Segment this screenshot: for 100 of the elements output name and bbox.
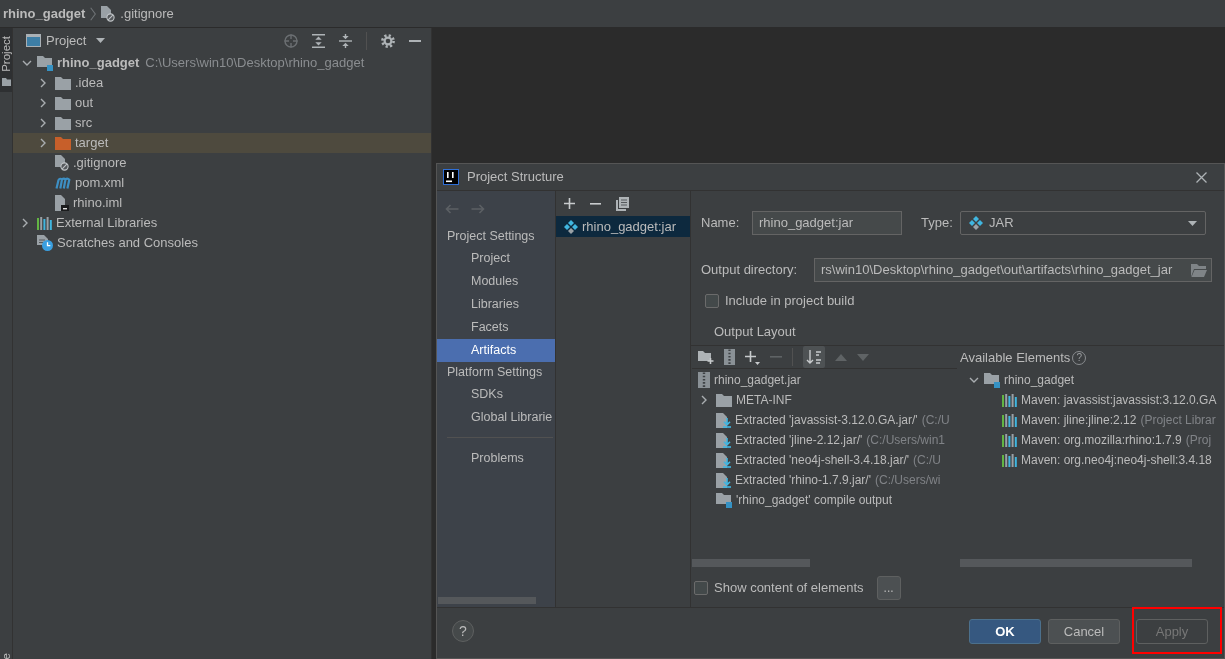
tree-item[interactable]: Extracted 'jline-2.12.jar/' (C:/Users/win1 [692,430,957,451]
nav-item[interactable]: Project [437,247,555,270]
help-button[interactable]: ? [452,620,474,642]
tool-window-tab[interactable]: e [0,652,12,659]
maven-icon [55,177,71,189]
tree-item[interactable]: rhino_gadget C:\Users\win10\Desktop\rhino_gadget [13,53,431,73]
nav-item[interactable]: Facets [437,316,555,339]
type-dropdown[interactable]: JAR [960,211,1206,235]
tree-item[interactable]: 'rhino_gadget' compile output [692,490,957,511]
tree-item[interactable]: Extracted 'javassist-3.12.0.GA.jar/' (C:/U [692,410,957,431]
artifact-item[interactable]: rhino_gadget:jar [556,216,690,237]
breadcrumb-item[interactable]: rhino_gadget [3,5,86,22]
folder-icon [55,136,71,150]
chevron-right-icon [90,6,97,21]
dialog-title: Project Structure [467,169,564,185]
library-icon [1002,433,1017,447]
library-icon [37,216,52,230]
horizontal-scrollbar[interactable] [438,597,536,604]
settings-icon[interactable] [381,33,395,48]
tree-item[interactable]: Extracted 'neo4j-shell-3.4.18.jar/' (C:/U [692,450,957,471]
sort-icon[interactable] [803,346,825,369]
collapse-all-icon[interactable] [339,33,352,48]
output-folder-icon [716,492,732,508]
module-folder-icon [37,55,53,71]
remove-icon[interactable] [590,202,601,205]
horizontal-scrollbar[interactable] [960,559,1192,567]
chevron-down-icon[interactable] [22,60,32,66]
tree-item[interactable]: out [13,93,431,113]
library-icon [1002,393,1017,407]
horizontal-scrollbar[interactable] [692,559,810,567]
output-directory-field[interactable]: rs\win10\Desktop\rhino_gadget\out\artifacts\rhino_gadget_jar [814,258,1212,282]
name-field[interactable]: rhino_gadget:jar [752,211,902,235]
path-hint: (C:/Users/wi [875,473,941,488]
panel-title[interactable]: Project [46,32,87,49]
dropdown-caret-icon [1188,220,1197,226]
chevron-down-icon[interactable] [969,377,979,384]
new-folder-icon[interactable] [698,350,714,365]
app-logo-icon [443,169,459,185]
nav-item[interactable]: Modules [437,270,555,293]
browse-folder-icon[interactable] [1191,263,1207,277]
add-menu-icon[interactable] [745,349,760,365]
path-hint: (Proj [1185,433,1212,448]
dialog-button[interactable]: OK [969,619,1041,644]
nav-item[interactable]: Problems [437,447,555,470]
dropdown-caret-icon[interactable] [96,38,106,43]
tree-item[interactable]: External Libraries [13,213,431,233]
tree-item[interactable]: META-INF [692,390,957,411]
tree-item[interactable]: rhino_gadget.jar [692,370,957,391]
scratch-file-icon [37,235,53,251]
checkbox[interactable] [694,581,708,595]
chevron-right-icon[interactable] [22,218,28,228]
folder-icon [55,76,71,90]
nav-item[interactable]: Libraries [437,293,555,316]
folder-icon [716,393,732,407]
field-label: Type: [921,215,954,231]
archive-icon[interactable] [724,349,735,366]
tree-item[interactable]: Scratches and Consoles [13,233,431,253]
path-hint: C:\Users\win10\Desktop\rhino_gadget [145,55,365,71]
checkbox[interactable] [705,293,719,308]
checkbox-label[interactable]: Include in project build [725,293,855,309]
checkbox-label[interactable]: Show content of elements [714,580,864,596]
add-icon[interactable] [564,198,575,209]
extract-file-icon [716,452,731,468]
dialog-button[interactable]: Cancel [1048,619,1120,644]
tree-item[interactable]: pom.xml [13,173,431,193]
tree-item[interactable]: Extracted 'rhino-1.7.9.jar/' (C:/Users/wi [692,470,957,491]
tree-item[interactable]: rhino_gadget [960,370,1224,391]
library-icon [1002,453,1017,467]
tree-item[interactable]: Maven: org.mozilla:rhino:1.7.9 (Proj [960,430,1224,451]
section-header: Project Settings [446,228,536,245]
nav-item[interactable]: Global Librarie [437,406,555,429]
chevron-right-icon[interactable] [40,138,46,148]
minimize-icon[interactable] [409,39,421,42]
nav-item[interactable]: SDKs [437,383,555,406]
chevron-right-icon[interactable] [40,78,46,88]
tree-item[interactable]: src [13,113,431,133]
nav-item[interactable]: Artifacts [437,339,555,362]
artifact-icon [564,219,578,234]
section-title: Available Elements [960,349,1071,366]
more-button[interactable]: ... [876,576,901,600]
tree-item[interactable]: .gitignore [13,153,431,173]
breadcrumb-item[interactable]: .gitignore [120,5,174,22]
tool-window-tab[interactable]: Project [0,28,12,92]
path-hint: (C:/U [913,453,941,468]
expand-all-icon[interactable] [312,33,325,48]
tree-item[interactable]: Maven: javassist:javassist:3.12.0.GA [960,390,1224,411]
path-hint: (Project Librar [1140,413,1216,428]
tree-item[interactable]: Maven: jline:jline:2.12 (Project Librar [960,410,1224,431]
tree-item[interactable]: .idea [13,73,431,93]
section-header: Platform Settings [446,364,544,381]
tree-item[interactable]: target [13,133,431,153]
tree-item[interactable]: rhino.iml [13,193,431,213]
chevron-right-icon[interactable] [40,118,46,128]
folder-icon [55,96,71,110]
archive-icon [698,372,710,389]
close-icon[interactable] [1196,171,1207,183]
chevron-right-icon[interactable] [40,98,46,108]
tree-item[interactable]: Maven: org.neo4j:neo4j-shell:3.4.18 [960,450,1224,471]
chevron-right-icon[interactable] [701,395,707,406]
copy-icon[interactable] [616,196,629,211]
